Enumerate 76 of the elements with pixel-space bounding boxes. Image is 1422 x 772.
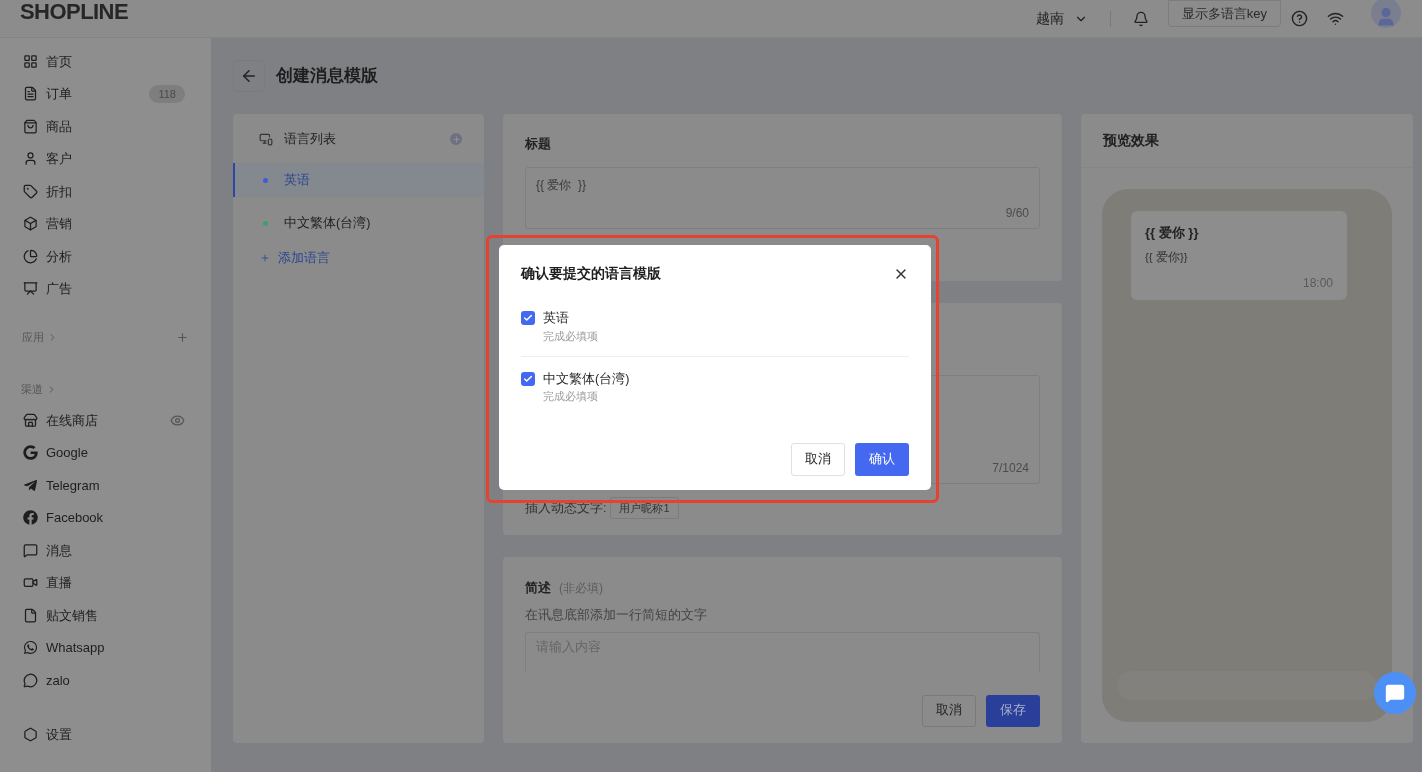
sidebar-item[interactable]: 首页 [0, 45, 211, 78]
wifi-icon[interactable] [1327, 10, 1344, 27]
sidebar-item[interactable]: 直播 [0, 566, 211, 599]
dialog-title: 确认要提交的语言模版 [521, 264, 661, 283]
google-icon [23, 445, 38, 461]
title-input[interactable]: {{ 爱你 }} 9/60 [525, 166, 1040, 229]
sidebar-item[interactable]: Telegram [0, 469, 211, 502]
message-title: {{ 爱你 }} [1145, 224, 1199, 242]
field-label: 标题 [525, 136, 551, 153]
variable-chip[interactable]: 用户昵称1 [610, 497, 679, 519]
sidebar-item[interactable]: zalo [0, 664, 211, 697]
confirm-button[interactable]: 确认 [855, 443, 909, 476]
presentation-icon [23, 281, 38, 297]
sidebar-item[interactable]: 广告 [0, 272, 211, 305]
help-icon[interactable] [1291, 10, 1308, 27]
char-counter: 7/1024 [992, 460, 1029, 477]
back-button[interactable] [233, 60, 265, 92]
key-toggle-button[interactable]: 显示多语言key [1167, 0, 1281, 27]
sidebar-item[interactable]: 在线商店 [0, 404, 211, 437]
check-icon [523, 313, 533, 323]
document-icon [23, 86, 38, 102]
eye-icon[interactable] [170, 412, 185, 428]
store-icon [23, 412, 38, 428]
person-icon [23, 151, 38, 167]
chat-icon [1385, 683, 1405, 703]
panel-title: 预览效果 [1103, 132, 1159, 151]
bell-icon[interactable] [1132, 10, 1149, 27]
message-body: {{ 爱你}} [1145, 249, 1188, 265]
check-icon [523, 373, 533, 384]
status-note: 完成必填项 [543, 328, 598, 344]
checkbox[interactable] [521, 371, 535, 386]
checkbox[interactable] [521, 311, 535, 325]
sidebar-item[interactable]: 分析 [0, 240, 211, 273]
sidebar-item[interactable]: 设置 [0, 718, 211, 751]
facebook-icon [23, 510, 38, 526]
sidebar-item[interactable]: 营销 [0, 207, 211, 240]
chat-bubble-icon [23, 672, 38, 688]
logo[interactable]: SHOPLINE [20, 0, 129, 23]
cube-icon [23, 216, 38, 232]
telegram-icon [23, 477, 38, 493]
file-icon [23, 607, 38, 623]
panel-title: 语言列表 [284, 130, 337, 148]
pie-chart-icon [23, 248, 38, 264]
settings-icon [23, 727, 38, 743]
sidebar-item[interactable]: 客户 [0, 142, 211, 175]
save-button[interactable]: 保存 [986, 694, 1040, 727]
language-icon [259, 132, 273, 146]
sidebar-item[interactable]: 贴文销售 [0, 599, 211, 632]
whatsapp-icon [23, 640, 38, 656]
cancel-button[interactable]: 取消 [922, 694, 976, 727]
sidebar-item[interactable]: 商品 [0, 110, 211, 143]
chat-icon [23, 542, 38, 558]
tag-icon [23, 183, 38, 199]
sidebar-item[interactable]: 消息 [0, 534, 211, 567]
add-language-label: 添加语言 [278, 250, 330, 267]
char-counter: 9/60 [1005, 204, 1029, 222]
sidebar-item[interactable]: Google [0, 436, 211, 469]
sidebar-item[interactable]: Facebook [0, 501, 211, 534]
grid-icon [23, 53, 38, 69]
status-note: 完成必填项 [543, 389, 599, 405]
bag-icon [23, 118, 38, 134]
region-label: 越南 [1035, 9, 1064, 28]
language-label: 中文繁体(台湾) [543, 370, 630, 388]
region-selector[interactable]: 越南 [1035, 8, 1088, 29]
add-icon[interactable] [176, 330, 189, 344]
page-title: 创建消息模版 [276, 65, 378, 88]
plus-icon [260, 253, 270, 264]
language-item[interactable]: 中文繁体(台湾) [233, 206, 484, 240]
message-input[interactable] [1117, 671, 1377, 700]
sidebar-item[interactable]: Whatsapp [0, 631, 211, 664]
field-label: 简述 [525, 580, 551, 597]
language-label: 英语 [543, 310, 570, 327]
language-item[interactable]: 英语 [233, 163, 484, 197]
add-language-link[interactable]: 添加语言 [233, 249, 330, 268]
cancel-button[interactable]: 取消 [791, 443, 845, 476]
sidebar-item[interactable]: 折扣 [0, 175, 211, 208]
